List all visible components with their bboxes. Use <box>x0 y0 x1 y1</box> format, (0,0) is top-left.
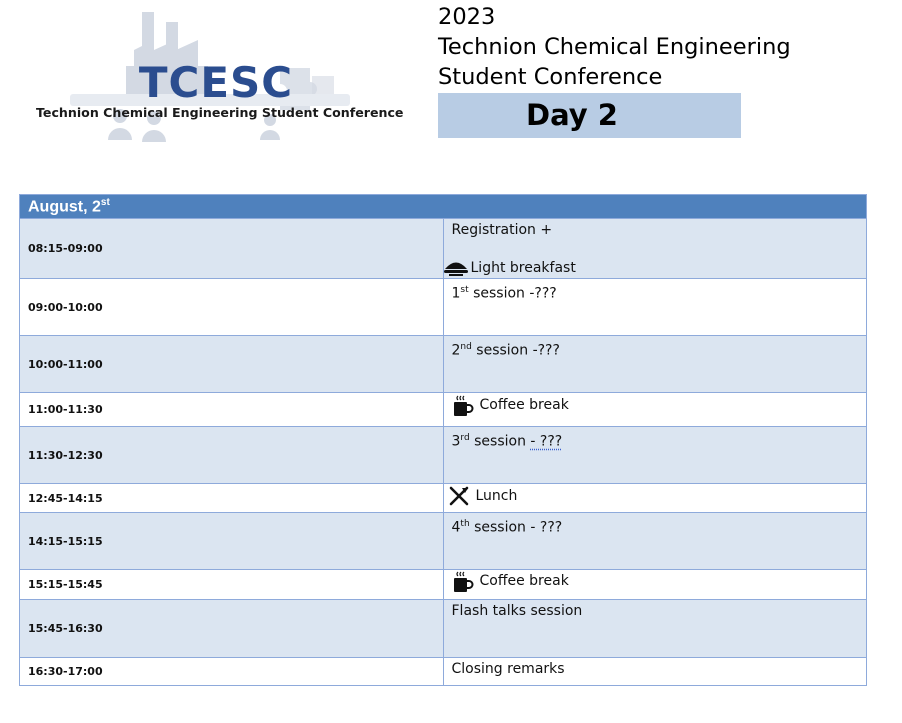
table-row: 14:15-15:15 4th session - ??? <box>19 512 867 570</box>
activity-text: Closing remarks <box>451 661 565 677</box>
table-row: 12:45-14:15 Lunch <box>19 483 867 513</box>
table-row: 16:30-17:00 Closing remarks <box>19 657 867 686</box>
title-line-1: Technion Chemical Engineering <box>438 34 791 60</box>
activity-text: session -??? <box>468 285 557 302</box>
activity-text: session <box>469 433 531 450</box>
time-slot: 14:15-15:15 <box>19 512 444 570</box>
ordinal-suffix: th <box>460 519 470 529</box>
table-row: 08:15-09:00 Registration + Light breakfa… <box>19 218 867 279</box>
time-slot: 15:15-15:45 <box>19 569 444 600</box>
activity-text: Lunch <box>475 488 518 504</box>
activity-cell: 2nd session -??? <box>442 335 867 393</box>
coffee-cup-icon <box>452 395 474 416</box>
conference-year: 2023 <box>438 4 496 30</box>
time-slot: 10:00-11:00 <box>19 335 444 393</box>
date-text: August, 2 <box>28 198 101 216</box>
breakfast-icon <box>443 258 468 278</box>
table-row: 15:15-15:45 Coffee break <box>19 569 867 600</box>
fork-knife-icon <box>448 486 470 506</box>
logo-abbreviation: TCESC <box>138 58 294 107</box>
table-row: 15:45-16:30 Flash talks session <box>19 599 867 658</box>
conference-title: 2023 Technion Chemical Engineering Stude… <box>438 2 878 92</box>
ordinal-suffix: st <box>460 285 469 295</box>
time-slot: 15:45-16:30 <box>19 599 444 658</box>
activity-cell: Lunch <box>442 483 867 513</box>
table-row: 10:00-11:00 2nd session -??? <box>19 335 867 393</box>
activity-cell: 3rd session - ??? <box>442 426 867 484</box>
time-slot: 11:00-11:30 <box>19 392 444 427</box>
activity-text: session - ??? <box>469 519 563 536</box>
schedule-date: August, 2st <box>19 194 867 219</box>
activity-text: Flash talks session <box>451 603 583 619</box>
coffee-cup-icon <box>452 571 474 592</box>
title-line-2: Student Conference <box>438 64 663 90</box>
time-slot: 11:30-12:30 <box>19 426 444 484</box>
activity-text: Coffee break <box>479 397 569 413</box>
activity-cell: Coffee break <box>442 569 867 600</box>
table-row: 11:30-12:30 3rd session - ??? <box>19 426 867 484</box>
conference-logo: TCESC Technion Chemical Engineering Stud… <box>30 6 404 142</box>
schedule-header-row: August, 2st <box>19 194 867 219</box>
activity-line: Lunch <box>448 486 867 506</box>
table-row: 11:00-11:30 Coffee break <box>19 392 867 427</box>
ordinal-suffix: rd <box>460 433 470 443</box>
activity-cell: Coffee break <box>442 392 867 427</box>
activity-line-2: Light breakfast <box>443 258 867 278</box>
schedule-table: August, 2st 08:15-09:00 Registration + L… <box>19 194 867 686</box>
activity-cell: Closing remarks <box>442 657 867 686</box>
date-suffix: st <box>100 197 110 208</box>
activity-text-underlined: - ??? <box>530 433 563 450</box>
activity-text: session -??? <box>471 342 560 359</box>
activity-text: Coffee break <box>479 573 569 589</box>
activity-line: Coffee break <box>452 571 867 592</box>
table-row: 09:00-10:00 1st session -??? <box>19 278 867 336</box>
time-slot: 08:15-09:00 <box>19 218 444 279</box>
activity-text-2: Light breakfast <box>470 260 576 276</box>
activity-cell: 4th session - ??? <box>442 512 867 570</box>
time-slot: 09:00-10:00 <box>19 278 444 336</box>
activity-line: Coffee break <box>452 395 867 416</box>
time-slot: 12:45-14:15 <box>19 483 444 513</box>
day-badge: Day 2 <box>438 93 741 138</box>
ordinal-suffix: nd <box>460 342 472 352</box>
logo-full-name: Technion Chemical Engineering Student Co… <box>36 105 404 120</box>
activity-cell: 1st session -??? <box>442 278 867 336</box>
activity-text: Registration + <box>451 222 553 238</box>
activity-cell: Flash talks session <box>442 599 867 658</box>
time-slot: 16:30-17:00 <box>19 657 444 686</box>
activity-cell: Registration + Light breakfast <box>442 218 867 279</box>
